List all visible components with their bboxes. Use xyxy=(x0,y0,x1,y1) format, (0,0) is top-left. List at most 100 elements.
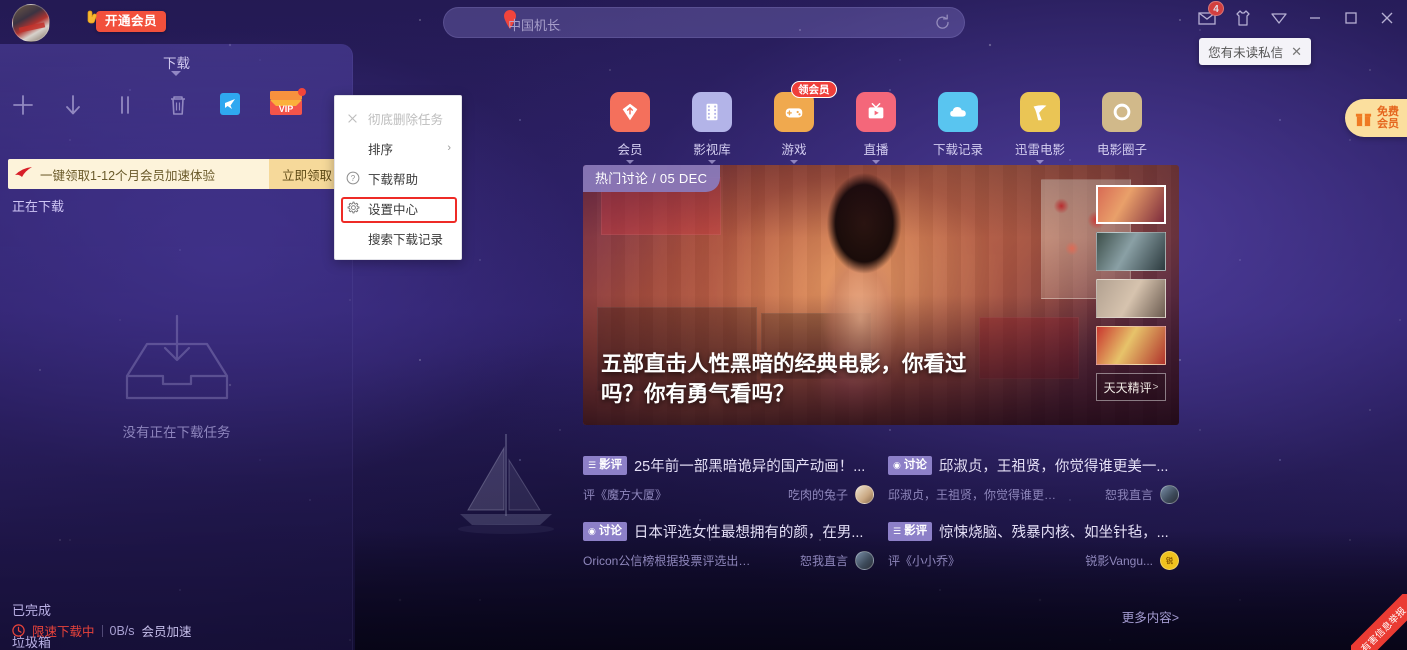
context-menu[interactable]: 彻底删除任务 排序 › ? 下载帮助 设置中心 搜索下载记录 xyxy=(334,95,462,260)
list-icon: ☰ xyxy=(588,461,596,470)
article-description: 评《魔方大厦》 xyxy=(583,486,667,503)
category-item-vip[interactable]: 会员 xyxy=(609,92,651,164)
pause-icon[interactable] xyxy=(110,90,140,120)
hero-thumb-3[interactable] xyxy=(1096,279,1166,318)
article-author[interactable]: 锐影Vangu... xyxy=(1085,552,1153,569)
context-menu-item-search-download-history[interactable]: 搜索下载记录 xyxy=(335,223,461,253)
avatar[interactable] xyxy=(12,4,50,42)
search-input-placeholder[interactable]: 中国机长 xyxy=(508,15,560,34)
maximize-icon[interactable] xyxy=(1341,8,1361,28)
unread-message-toast[interactable]: 您有未读私信 ✕ xyxy=(1199,38,1311,65)
promo-text: 一键领取1-12个月会员加速体验 xyxy=(40,159,269,189)
minimize-icon[interactable] xyxy=(1305,8,1325,28)
category-item-games[interactable]: 领会员 游戏 xyxy=(773,92,815,164)
article-header: ◉ 讨论 日本评选女性最想拥有的颜，在男... xyxy=(583,521,874,542)
daily-review-button[interactable]: 天天精评 > xyxy=(1096,373,1166,401)
article-title[interactable]: 邱淑贞，王祖贤，你觉得谁更美一... xyxy=(939,455,1169,476)
messages-badge: 4 xyxy=(1208,1,1224,16)
hero-thumb-4[interactable] xyxy=(1096,326,1166,365)
report-corner[interactable]: 有害信息举报 xyxy=(1351,594,1407,650)
status-bar: 限速下载中 0B/s 会员加速 xyxy=(12,621,192,640)
member-accelerate-link[interactable]: 会员加速 xyxy=(142,621,192,640)
hero-thumb-2[interactable] xyxy=(1096,232,1166,271)
category-label: 电影圈子 xyxy=(1097,139,1147,158)
xunlei-app-window: 开通会员 中国机长 4 xyxy=(0,0,1407,650)
open-vip-button[interactable]: 开通会员 xyxy=(96,11,166,32)
hero-thumbnail-list: 天天精评 > xyxy=(1096,185,1166,401)
article-author[interactable]: 吃肉的兔子 xyxy=(788,486,848,503)
dropdown-menu-icon[interactable] xyxy=(1269,8,1289,28)
article-card[interactable]: ☰ 影评 惊悚烧脑、残暴内核、如坐针毡，... 评《小小乔》 锐影Vangu..… xyxy=(888,521,1179,570)
vip-promo-banner[interactable]: 一键领取1-12个月会员加速体验 立即领取 xyxy=(8,159,345,189)
author-avatar[interactable] xyxy=(855,551,874,570)
chevron-right-icon: > xyxy=(1153,382,1159,393)
article-description: 评《小小乔》 xyxy=(888,552,960,569)
empty-state-text: 没有正在下载任务 xyxy=(0,421,353,441)
chevron-down-icon xyxy=(872,160,880,164)
bird-icon xyxy=(1020,92,1060,132)
sidebar-item-completed[interactable]: 已完成 xyxy=(12,600,51,619)
film-strip-icon xyxy=(692,92,732,132)
toast-close-icon[interactable]: ✕ xyxy=(1291,45,1302,58)
top-bar: 开通会员 中国机长 4 xyxy=(0,0,1407,44)
article-author[interactable]: 恕我直言 xyxy=(1105,486,1153,503)
cloud-icon xyxy=(938,92,978,132)
skin-icon[interactable] xyxy=(1233,8,1253,28)
start-download-icon[interactable] xyxy=(58,90,88,120)
article-header: ◉ 讨论 邱淑贞，王祖贤，你觉得谁更美一... xyxy=(888,455,1179,476)
context-menu-item-sort[interactable]: 排序 › xyxy=(335,133,461,163)
author-avatar[interactable] xyxy=(1160,485,1179,504)
article-tag: ☰ 影评 xyxy=(583,456,627,475)
article-header: ☰ 影评 25年前一部黑暗诡异的国产动画！... xyxy=(583,455,874,476)
delete-icon[interactable] xyxy=(163,90,193,120)
hero-thumb-1[interactable] xyxy=(1096,185,1166,224)
article-tag-label: 讨论 xyxy=(599,522,622,541)
close-icon[interactable] xyxy=(1377,8,1397,28)
dot-icon: ◉ xyxy=(893,461,901,470)
article-row: ◉ 讨论 日本评选女性最想拥有的颜，在男... Oricon公信榜根据投票评选出… xyxy=(583,521,1179,570)
search-bar[interactable]: 中国机长 xyxy=(443,7,965,38)
author-avatar[interactable]: 锐 xyxy=(1160,551,1179,570)
article-card[interactable]: ◉ 讨论 日本评选女性最想拥有的颜，在男... Oricon公信榜根据投票评选出… xyxy=(583,521,874,570)
free-vip-float-button[interactable]: 免费 会员 xyxy=(1345,99,1407,137)
more-content-link[interactable]: 更多内容> xyxy=(1122,607,1179,626)
category-label: 影视库 xyxy=(693,139,731,158)
article-tag: ◉ 讨论 xyxy=(888,456,932,475)
article-title[interactable]: 25年前一部黑暗诡异的国产动画！... xyxy=(634,455,865,476)
context-menu-label: 排序 xyxy=(368,139,393,158)
add-task-icon[interactable] xyxy=(8,90,38,120)
article-title[interactable]: 日本评选女性最想拥有的颜，在男... xyxy=(634,521,864,542)
promo-bird-icon xyxy=(8,159,40,189)
article-description: Oricon公信榜根据投票评选出日本... xyxy=(583,552,758,569)
unread-message-text: 您有未读私信 xyxy=(1208,42,1283,61)
category-item-xunlei-movies[interactable]: 迅雷电影 xyxy=(1019,92,1061,164)
category-item-film-library[interactable]: 影视库 xyxy=(691,92,733,164)
article-header: ☰ 影评 惊悚烧脑、残暴内核、如坐针毡，... xyxy=(888,521,1179,542)
messages-icon[interactable]: 4 xyxy=(1197,8,1217,28)
article-meta: 邱淑贞，王祖贤，你觉得谁更美一... 恕我直言 xyxy=(888,485,1179,504)
category-item-download-history[interactable]: 下载记录 xyxy=(937,92,979,164)
cursor-hand-icon xyxy=(86,10,100,26)
category-label: 下载记录 xyxy=(933,139,983,158)
category-label: 会员 xyxy=(617,139,642,158)
category-item-live[interactable]: 直播 xyxy=(855,92,897,164)
context-menu-item-settings-center[interactable]: 设置中心 xyxy=(335,193,461,223)
games-promo-tag: 领会员 xyxy=(791,81,837,98)
hero-banner[interactable]: 热门讨论 / 05 DEC 五部直击人性黑暗的经典电影，你看过吗？你有勇气看吗？… xyxy=(583,165,1179,425)
sidebar-item-downloading[interactable]: 正在下载 xyxy=(12,196,64,215)
article-card[interactable]: ◉ 讨论 邱淑贞，王祖贤，你觉得谁更美一... 邱淑贞，王祖贤，你觉得谁更美一.… xyxy=(888,455,1179,504)
hero-title[interactable]: 五部直击人性黑暗的经典电影，你看过吗？你有勇气看吗？ xyxy=(601,349,999,409)
category-item-movie-circle[interactable]: 电影圈子 xyxy=(1101,92,1143,164)
context-menu-item-download-help[interactable]: ? 下载帮助 xyxy=(335,163,461,193)
daily-review-label: 天天精评 xyxy=(1104,379,1152,396)
article-card[interactable]: ☰ 影评 25年前一部黑暗诡异的国产动画！... 评《魔方大厦》 吃肉的兔子 xyxy=(583,455,874,504)
phone-transfer-icon[interactable] xyxy=(219,92,241,116)
category-label: 直播 xyxy=(863,139,888,158)
author-avatar[interactable] xyxy=(855,485,874,504)
article-tag-label: 影评 xyxy=(599,456,622,475)
article-author[interactable]: 恕我直言 xyxy=(800,552,848,569)
article-title[interactable]: 惊悚烧脑、残暴内核、如坐针毡，... xyxy=(939,521,1169,542)
context-menu-label: 下载帮助 xyxy=(368,169,418,188)
download-panel: 下载 VIP 一键领取1-12个月会员加速体验 xyxy=(0,44,353,650)
refresh-icon[interactable] xyxy=(934,14,951,31)
